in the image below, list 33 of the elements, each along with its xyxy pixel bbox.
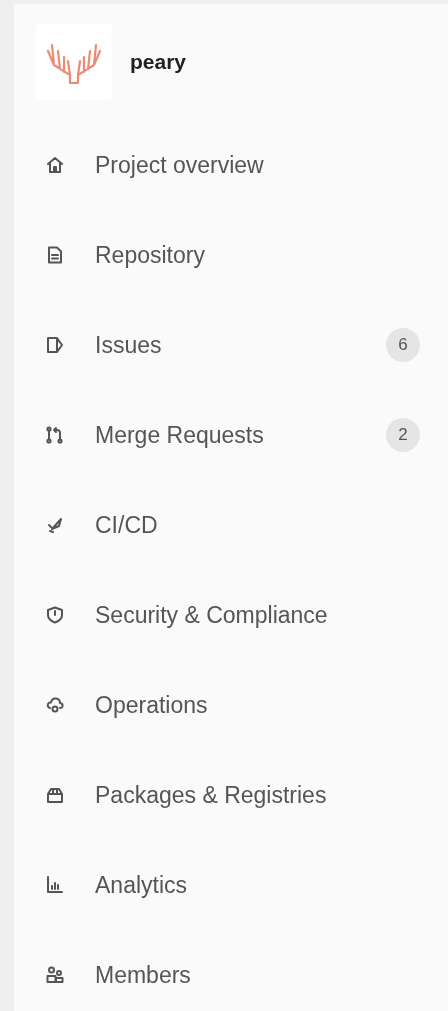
nav-item[interactable]: Packages & Registries [14, 750, 448, 840]
nav-item[interactable]: CI/CD [14, 480, 448, 570]
nav-label: Members [95, 961, 192, 989]
home-icon [46, 156, 64, 174]
project-name[interactable]: peary [130, 50, 187, 74]
nav-item[interactable]: Security & Compliance [14, 570, 448, 660]
nav-item[interactable]: Operations [14, 660, 448, 750]
nav-item[interactable]: Project overview [14, 120, 448, 210]
nav-label: Security & Compliance [95, 601, 329, 629]
count-badge: 6 [386, 328, 420, 362]
shield-icon [46, 606, 64, 624]
nav-label: Packages & Registries [95, 781, 328, 809]
nav-label: Operations [95, 691, 209, 719]
nav-item[interactable]: Merge Requests 2 [14, 390, 448, 480]
chart-icon [46, 876, 64, 894]
nav-label: Project overview [95, 151, 265, 179]
issue-icon [46, 336, 64, 354]
package-icon [46, 786, 64, 804]
users-icon [46, 966, 64, 984]
nav-label: CI/CD [95, 511, 159, 539]
cloud-icon [46, 696, 64, 714]
count-badge: 2 [386, 418, 420, 452]
nav-label: Analytics [95, 871, 189, 899]
nav-label: Repository [95, 241, 206, 269]
document-icon [46, 246, 64, 264]
nav-item[interactable]: Issues 6 [14, 300, 448, 390]
nav-label: Merge Requests [95, 421, 265, 449]
nav-item[interactable]: Members [14, 930, 448, 1011]
nav-item[interactable]: Repository [14, 210, 448, 300]
project-logo[interactable] [36, 24, 112, 100]
nav-item[interactable]: Analytics [14, 840, 448, 930]
nav-label: Issues [95, 331, 163, 359]
merge-request-icon [46, 426, 64, 444]
